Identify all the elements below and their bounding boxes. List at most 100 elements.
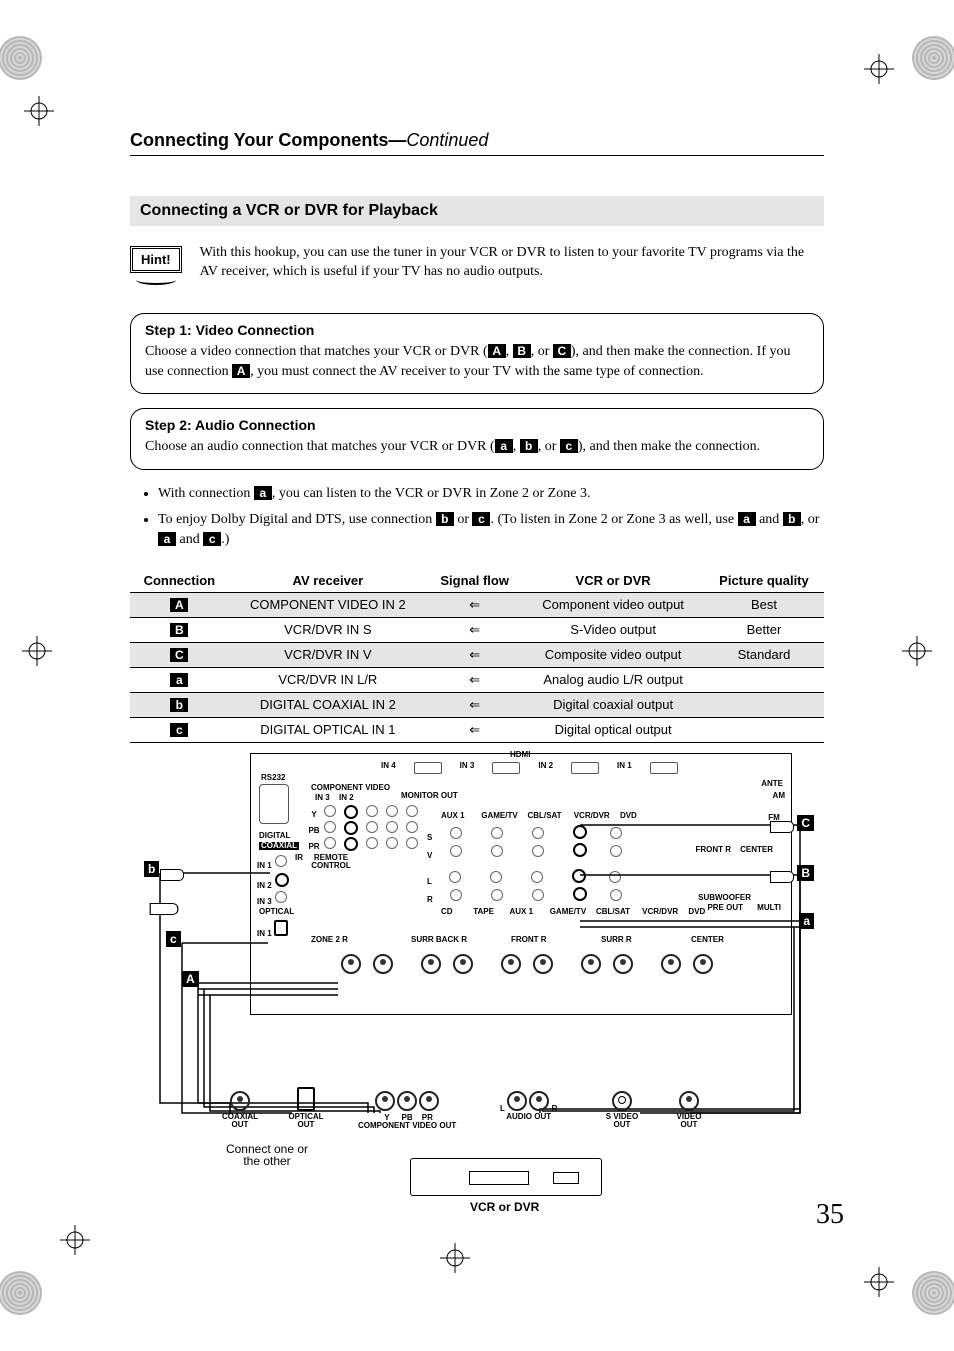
title-sep: — xyxy=(388,130,406,150)
step2-title: Step 2: Audio Connection xyxy=(145,417,809,433)
step1-body: Choose a video connection that matches y… xyxy=(145,342,809,381)
conn-label: b xyxy=(170,698,188,712)
cell: S-Video output xyxy=(522,617,704,642)
step1-pre: Choose a video connection that matches y… xyxy=(145,344,488,359)
step2-box: Step 2: Audio Connection Choose an audio… xyxy=(130,408,824,470)
note-1: With connection a, you can listen to the… xyxy=(158,484,824,504)
n1-pre: With connection xyxy=(158,486,254,501)
table-row: BVCR/DVR IN S⇐S-Video outputBetter xyxy=(130,617,824,642)
page-number: 35 xyxy=(816,1199,844,1231)
cell: DIGITAL OPTICAL IN 1 xyxy=(229,717,427,742)
connection-table: Connection AV receiver Signal flow VCR o… xyxy=(130,569,824,743)
cell: Best xyxy=(704,592,824,617)
step1-post: , you must connect the AV receiver to yo… xyxy=(250,364,703,379)
n2-c: c xyxy=(472,512,490,526)
n2-pre: To enjoy Dolby Digital and DTS, use conn… xyxy=(158,512,436,527)
crop-mark xyxy=(24,96,54,126)
crop-mark xyxy=(864,54,894,84)
cell: Digital optical output xyxy=(522,717,704,742)
crop-mark xyxy=(440,1243,470,1273)
crop-mark xyxy=(864,1267,894,1297)
plug-icon xyxy=(160,869,184,881)
cell xyxy=(704,692,824,717)
plug-icon xyxy=(770,821,794,833)
step1-box: Step 1: Video Connection Choose a video … xyxy=(130,313,824,394)
n2-mid: . (To listen in Zone 2 or Zone 3 as well… xyxy=(490,512,737,527)
hint-underline-icon xyxy=(136,275,176,285)
th-quality: Picture quality xyxy=(704,569,824,593)
cell: Standard xyxy=(704,642,824,667)
cell xyxy=(704,717,824,742)
plug-icon xyxy=(770,871,794,883)
cell: COMPONENT VIDEO IN 2 xyxy=(229,592,427,617)
table-row: c DIGITAL OPTICAL IN 1⇐Digital optical ou… xyxy=(130,717,824,742)
n2-b: b xyxy=(436,512,454,526)
cell xyxy=(704,667,824,692)
vcr-box xyxy=(410,1158,602,1196)
conn-label: B xyxy=(170,623,188,637)
title-continued: Continued xyxy=(406,130,488,150)
label-c: c xyxy=(560,439,578,453)
video-out: VIDEO OUT xyxy=(670,1113,708,1129)
title-main: Connecting Your Components xyxy=(130,130,388,150)
print-mark xyxy=(0,36,42,80)
cell: ⇐ xyxy=(427,717,522,742)
section-title: Connecting Your Components—Continued xyxy=(130,130,824,156)
opt-out-jack xyxy=(297,1087,315,1111)
compvid-out: COMPONENT VIDEO OUT xyxy=(358,1122,456,1130)
plug-icon xyxy=(150,903,179,915)
note-2: To enjoy Dolby Digital and DTS, use conn… xyxy=(158,510,824,551)
table-row: A COMPONENT VIDEO IN 2⇐Component video ou… xyxy=(130,592,824,617)
conn-label: a xyxy=(170,673,188,687)
coax-out-label: COAXIAL OUT xyxy=(220,1113,260,1129)
label-A2: A xyxy=(232,364,250,378)
label-a: a xyxy=(495,439,513,453)
cell: VCR/DVR IN V xyxy=(229,642,427,667)
conn-label: A xyxy=(170,598,188,612)
cell: ⇐ xyxy=(427,667,522,692)
coax-out-jack xyxy=(230,1091,250,1111)
n2-and: and xyxy=(756,512,783,527)
crop-mark xyxy=(60,1225,90,1255)
hint-badge: Hint! xyxy=(130,246,182,273)
th-connection: Connection xyxy=(130,569,229,593)
crop-mark xyxy=(22,636,52,666)
label-A: A xyxy=(488,344,506,358)
n2-or2: , or xyxy=(801,512,820,527)
wiring-diagram: HDMI IN 4 IN 3 IN 2 IN 1 RS232 COMPONENT… xyxy=(130,753,824,1223)
n2-and2: and xyxy=(176,532,203,547)
cell: ⇐ xyxy=(427,592,522,617)
n1-a: a xyxy=(254,486,272,500)
hint-text: With this hookup, you can use the tuner … xyxy=(200,244,824,285)
svideo-out: S VIDEO OUT xyxy=(600,1113,644,1129)
table-row: CVCR/DVR IN V⇐Composite video outputStan… xyxy=(130,642,824,667)
n2-end: .) xyxy=(221,532,229,547)
device-label: VCR or DVR xyxy=(470,1201,539,1213)
cell: VCR/DVR IN S xyxy=(229,617,427,642)
print-mark xyxy=(912,36,954,80)
opt-out-label: OPTICAL OUT xyxy=(286,1113,326,1129)
cell: ⇐ xyxy=(427,692,522,717)
n2-a2: a xyxy=(158,532,176,546)
conn-label: c xyxy=(170,723,188,737)
label-b: b xyxy=(520,439,538,453)
label-C: C xyxy=(553,344,571,358)
cell: Analog audio L/R output xyxy=(522,667,704,692)
n2-b2: b xyxy=(783,512,801,526)
step2-pre: Choose an audio connection that matches … xyxy=(145,439,495,454)
notes-list: With connection a, you can listen to the… xyxy=(158,484,824,551)
R-out: R xyxy=(552,1104,558,1113)
label-B: B xyxy=(513,344,531,358)
page: Connecting Your Components—Continued Con… xyxy=(0,0,954,1351)
n2-c2: c xyxy=(203,532,221,546)
display-icon xyxy=(553,1172,579,1184)
th-device: VCR or DVR xyxy=(522,569,704,593)
hint-block: Hint! With this hookup, you can use the … xyxy=(130,244,824,285)
cassette-slot-icon xyxy=(469,1171,529,1185)
cell: VCR/DVR IN L/R xyxy=(229,667,427,692)
conn-label: C xyxy=(170,648,188,662)
n2-a: a xyxy=(738,512,756,526)
cell: Component video output xyxy=(522,592,704,617)
n2-or: or xyxy=(454,512,473,527)
cell: ⇐ xyxy=(427,617,522,642)
